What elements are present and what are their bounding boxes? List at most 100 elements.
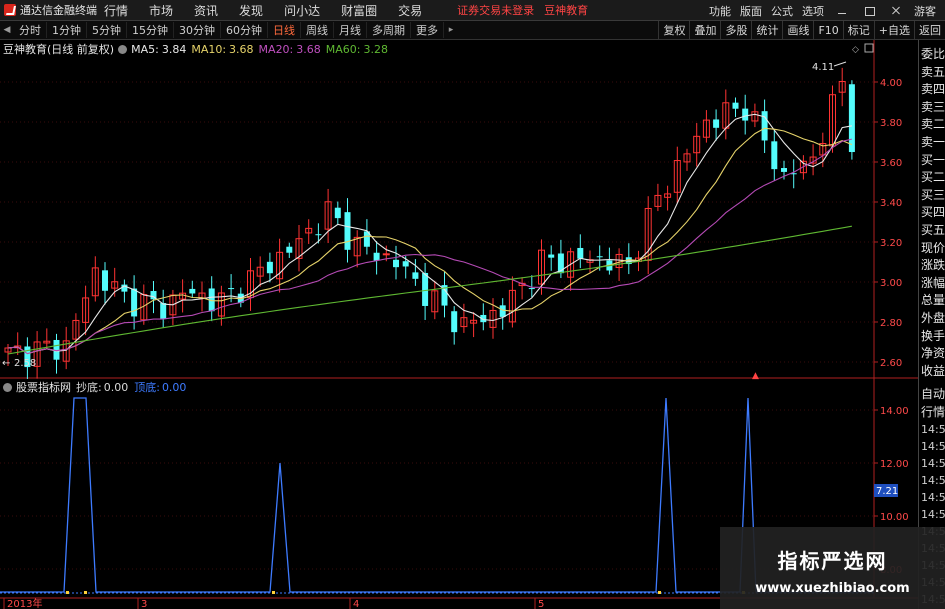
bottom-signal-value: 0.00: [103, 380, 129, 394]
tab-15min[interactable]: 15分钟: [127, 22, 174, 38]
candle-body-down: [577, 247, 584, 259]
quote-label: 外盘: [921, 311, 945, 325]
quote-label: 卖二: [921, 117, 945, 132]
guest-label[interactable]: 游客: [914, 3, 936, 19]
tab-weekly[interactable]: 周线: [301, 22, 334, 38]
add-watchlist-button[interactable]: +自选: [873, 21, 914, 40]
menu-item-layout[interactable]: 版面: [740, 3, 762, 19]
quote-label: 买一: [921, 152, 945, 167]
candle-body-down: [451, 311, 458, 333]
period-toolbar: ◀ 分时 1分钟 5分钟 15分钟 30分钟 60分钟 日线 周线 月线 多周期…: [0, 21, 945, 40]
window-icon[interactable]: [864, 43, 874, 53]
high-pointer: [833, 61, 847, 67]
menu-item-ask[interactable]: 问小达: [284, 2, 320, 19]
quote-label: 涨跌: [921, 258, 945, 273]
quote-label: 净资: [921, 346, 945, 361]
broker-login-status[interactable]: 证券交易未登录: [457, 2, 534, 18]
ma60-value: 3.28: [363, 42, 388, 56]
restore-rights-button[interactable]: 复权: [658, 21, 689, 40]
tick-time: 14:50: [921, 457, 945, 470]
candle-body-up: [382, 253, 390, 256]
tdx-logo-icon: [4, 4, 16, 16]
chevron-right-icon[interactable]: ▸: [444, 25, 458, 35]
bottom-signal-label: 抄底:: [76, 381, 102, 394]
menu-item-options[interactable]: 选项: [802, 3, 824, 19]
quote-label: 委比: [921, 47, 945, 61]
tick-time: 14:56: [921, 474, 945, 487]
statistics-button[interactable]: 统计: [751, 21, 782, 40]
ma20-value: 3.68: [296, 42, 321, 56]
quote-label: 卖三: [921, 99, 945, 114]
draw-line-button[interactable]: 画线: [782, 21, 813, 40]
minimize-icon[interactable]: [833, 4, 851, 18]
tab-multi-period[interactable]: 多周期: [367, 22, 411, 38]
f10-button[interactable]: F10: [813, 21, 842, 40]
kline-chart-canvas[interactable]: 4.00 3.80 3.60 3.40 3.20 3.00 2.80 2.60 4.11 2.5…: [0, 40, 918, 609]
toolbar-right: 复权 叠加 多股 统计 画线 F10 标记 +自选 返回: [658, 21, 945, 40]
multi-stock-button[interactable]: 多股: [720, 21, 751, 40]
tab-intraday[interactable]: 分时: [14, 22, 47, 38]
time-label: 5: [538, 599, 544, 609]
high-price-label: 4.11: [812, 62, 834, 73]
current-stock-name: 豆神教育: [544, 4, 589, 17]
quote-label: 收益: [921, 363, 945, 378]
auto-quote-label-2[interactable]: 行情: [921, 403, 945, 419]
price-tick-label: 3.20: [880, 238, 902, 249]
ma20-label: MA20:: [258, 42, 294, 56]
tab-60min[interactable]: 60分钟: [221, 22, 268, 38]
candle-body-down: [412, 272, 419, 279]
menu-item-functions[interactable]: 功能: [709, 3, 731, 19]
overlay-button[interactable]: 叠加: [689, 21, 720, 40]
menu-item-trade[interactable]: 交易: [398, 2, 422, 19]
menu-item-formula[interactable]: 公式: [771, 3, 793, 19]
settings-icon[interactable]: [3, 382, 12, 392]
price-tick-label: 3.80: [880, 118, 902, 129]
time-label: 2013年: [7, 597, 42, 609]
indicator-title: 股票指标网: [16, 381, 71, 394]
watermark-url: www.xuezhibiao.com: [755, 581, 910, 596]
signal-dot: [272, 591, 275, 594]
tab-30min[interactable]: 30分钟: [174, 22, 221, 38]
price-tick-label: 3.60: [880, 158, 902, 169]
chevron-left-icon[interactable]: ◀: [0, 25, 14, 35]
tick-time: 14:50: [921, 423, 945, 436]
cursor-value: 7.21: [876, 486, 898, 497]
candle-body-down: [742, 108, 749, 121]
price-tick-label: 2.80: [880, 318, 902, 329]
menu-item-market[interactable]: 市场: [149, 2, 173, 19]
diamond-icon[interactable]: ◇: [852, 45, 859, 55]
quote-label: 卖一: [921, 135, 945, 149]
tab-more[interactable]: 更多: [411, 22, 444, 38]
candle-body-down: [315, 234, 322, 236]
candle-body-down: [266, 261, 273, 274]
auto-quote-label[interactable]: 自动: [921, 385, 945, 401]
signal-dot: [658, 591, 661, 594]
menu-item-news[interactable]: 资讯: [194, 2, 218, 19]
mark-button[interactable]: 标记: [842, 21, 874, 40]
tab-daily[interactable]: 日线: [268, 22, 301, 38]
menu-item-market-quotes[interactable]: 行情: [104, 2, 128, 19]
tab-1min[interactable]: 1分钟: [47, 22, 87, 38]
tab-5min[interactable]: 5分钟: [87, 22, 127, 38]
app-title: 通达信金融终端: [20, 4, 97, 17]
quote-label: 卖四: [921, 82, 945, 97]
event-marker-icon: ▲: [752, 371, 759, 381]
back-button[interactable]: 返回: [914, 21, 945, 40]
quote-label: 总量: [921, 293, 945, 308]
watermark-title: 指标严选网: [777, 549, 888, 573]
price-grid: [0, 81, 878, 363]
ma5-value: 3.84: [161, 42, 187, 56]
maximize-icon[interactable]: [860, 4, 878, 18]
watermark: 指标严选网 www.xuezhibiao.com: [720, 527, 945, 609]
tab-monthly[interactable]: 月线: [334, 22, 367, 38]
candle-body-down: [548, 254, 555, 258]
sub-tick-label: 14.00: [880, 406, 909, 417]
menu-item-wealth-circle[interactable]: 财富圈: [341, 2, 377, 19]
settings-icon[interactable]: [118, 44, 128, 54]
menu-bar: 通达信金融终端 行情 市场 资讯 发现 问小达 财富圈 交易 证券交易未登录 豆…: [0, 0, 945, 21]
app-logo: 通达信金融终端: [0, 2, 104, 18]
close-icon[interactable]: [887, 4, 905, 18]
menu-item-discover[interactable]: 发现: [239, 2, 263, 19]
candle-body-down: [771, 141, 778, 170]
price-tick-label: 4.00: [880, 78, 902, 89]
